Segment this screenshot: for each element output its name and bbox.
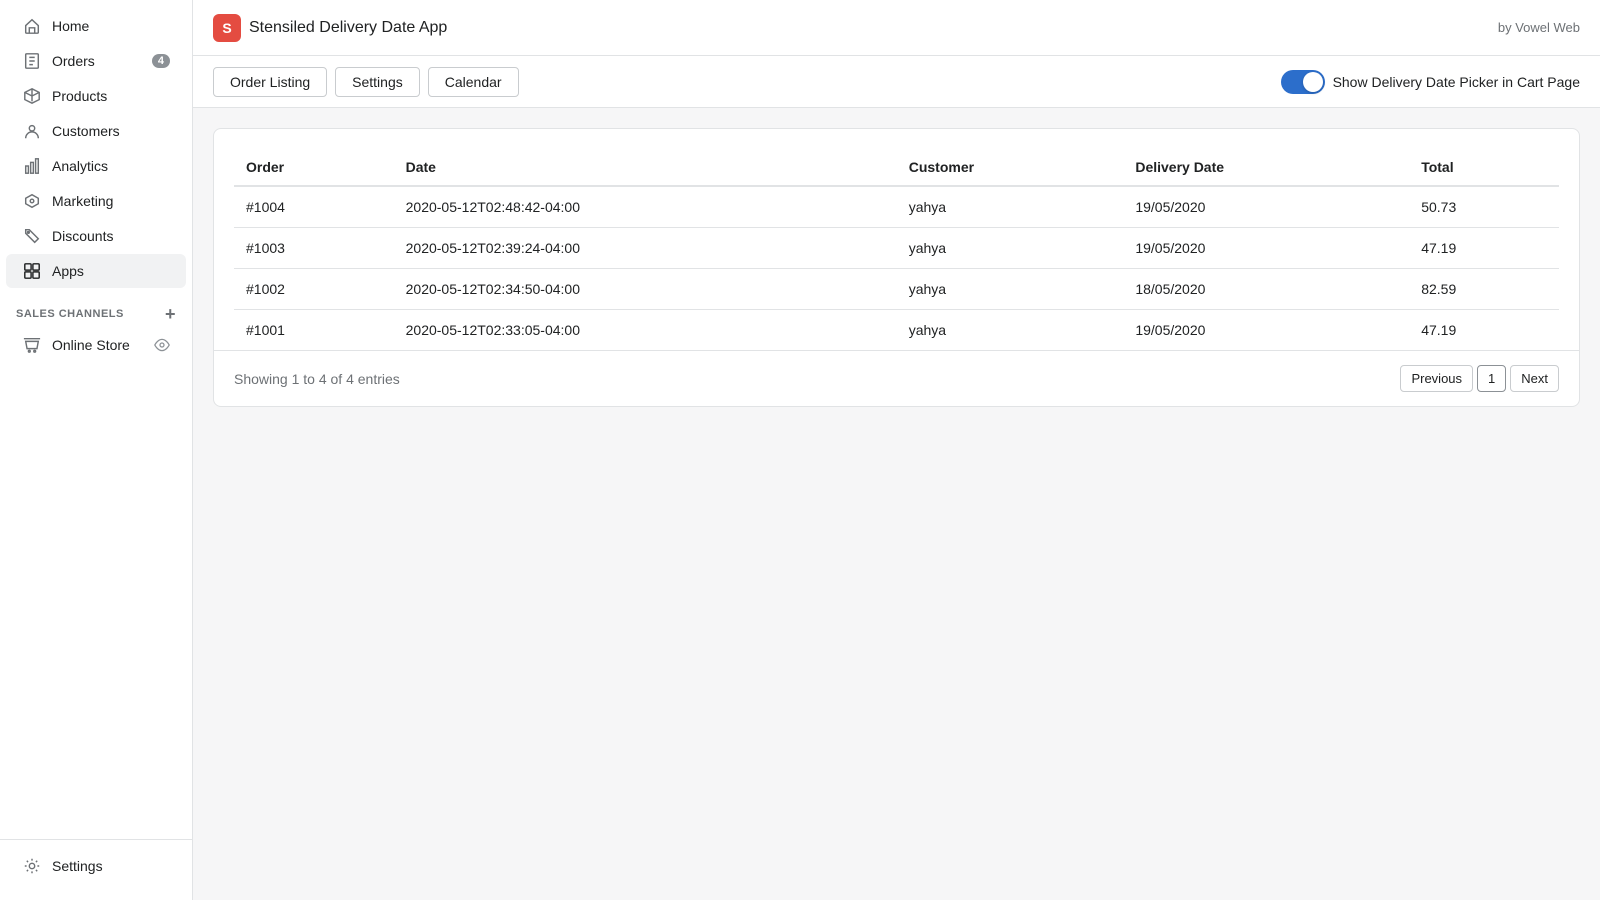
sidebar-item-home[interactable]: Home: [6, 9, 186, 43]
analytics-icon: [22, 156, 42, 176]
table-cell: 2020-05-12T02:39:24-04:00: [394, 228, 897, 269]
table-cell: 47.19: [1409, 310, 1559, 351]
col-customer: Customer: [897, 149, 1124, 186]
sidebar-item-analytics-label: Analytics: [52, 158, 108, 174]
sidebar-item-products[interactable]: Products: [6, 79, 186, 113]
sidebar-item-customers-label: Customers: [52, 123, 120, 139]
home-icon: [22, 16, 42, 36]
page-controls: Previous 1 Next: [1400, 365, 1559, 392]
table-body: #10042020-05-12T02:48:42-04:00yahya19/05…: [234, 186, 1559, 350]
calendar-button[interactable]: Calendar: [428, 67, 519, 97]
orders-card: Order Date Customer Delivery Date Total …: [213, 128, 1580, 407]
sidebar-item-settings-label: Settings: [52, 858, 103, 874]
orders-table: Order Date Customer Delivery Date Total …: [234, 149, 1559, 350]
table-cell: 50.73: [1409, 186, 1559, 228]
table-row[interactable]: #10022020-05-12T02:34:50-04:00yahya18/05…: [234, 269, 1559, 310]
table-cell: #1004: [234, 186, 394, 228]
pagination: Showing 1 to 4 of 4 entries Previous 1 N…: [214, 350, 1579, 406]
sidebar-item-discounts[interactable]: Discounts: [6, 219, 186, 253]
table-cell: yahya: [897, 269, 1124, 310]
table-row[interactable]: #10042020-05-12T02:48:42-04:00yahya19/05…: [234, 186, 1559, 228]
apps-icon: [22, 261, 42, 281]
table-cell: 2020-05-12T02:48:42-04:00: [394, 186, 897, 228]
marketing-icon: [22, 191, 42, 211]
table-cell: yahya: [897, 186, 1124, 228]
sidebar-item-marketing[interactable]: Marketing: [6, 184, 186, 218]
discounts-icon: [22, 226, 42, 246]
sidebar-item-online-store[interactable]: Online Store: [6, 328, 186, 362]
table-cell: #1001: [234, 310, 394, 351]
sales-channels-header: SALES CHANNELS +: [0, 289, 192, 327]
online-store-icon: [22, 335, 42, 355]
table-cell: 2020-05-12T02:34:50-04:00: [394, 269, 897, 310]
table-header-row: Order Date Customer Delivery Date Total: [234, 149, 1559, 186]
settings-icon: [22, 856, 42, 876]
table-cell: 47.19: [1409, 228, 1559, 269]
app-logo: S: [213, 14, 241, 42]
col-delivery-date: Delivery Date: [1123, 149, 1409, 186]
content-area: Order Date Customer Delivery Date Total …: [193, 108, 1600, 900]
table-cell: yahya: [897, 310, 1124, 351]
table-cell: 19/05/2020: [1123, 310, 1409, 351]
sidebar-bottom: Settings: [0, 839, 192, 900]
actionbar-buttons: Order Listing Settings Calendar: [213, 67, 519, 97]
table-row[interactable]: #10012020-05-12T02:33:05-04:00yahya19/05…: [234, 310, 1559, 351]
add-sales-channel-icon[interactable]: +: [165, 305, 176, 323]
topbar: S Stensiled Delivery Date App by Vowel W…: [193, 0, 1600, 56]
customers-icon: [22, 121, 42, 141]
table-cell: 19/05/2020: [1123, 228, 1409, 269]
col-total: Total: [1409, 149, 1559, 186]
sales-channels-label: SALES CHANNELS: [16, 308, 124, 320]
table-cell: #1003: [234, 228, 394, 269]
delivery-date-picker-toggle[interactable]: [1281, 70, 1325, 94]
sidebar-item-home-label: Home: [52, 18, 89, 34]
col-date: Date: [394, 149, 897, 186]
page-1-button[interactable]: 1: [1477, 365, 1506, 392]
products-icon: [22, 86, 42, 106]
table-cell: yahya: [897, 228, 1124, 269]
table-cell: 18/05/2020: [1123, 269, 1409, 310]
sidebar-item-apps-label: Apps: [52, 263, 84, 279]
orders-badge: 4: [152, 54, 170, 68]
sidebar-item-apps[interactable]: Apps: [6, 254, 186, 288]
sidebar-item-products-label: Products: [52, 88, 107, 104]
table-head: Order Date Customer Delivery Date Total: [234, 149, 1559, 186]
previous-button[interactable]: Previous: [1400, 365, 1473, 392]
settings-button[interactable]: Settings: [335, 67, 420, 97]
sidebar-item-customers[interactable]: Customers: [6, 114, 186, 148]
orders-icon: [22, 51, 42, 71]
app-title-text: Stensiled Delivery Date App: [249, 19, 447, 37]
col-order: Order: [234, 149, 394, 186]
table-wrapper: Order Date Customer Delivery Date Total …: [214, 129, 1579, 350]
by-vowel-web-label: by Vowel Web: [1498, 20, 1580, 35]
app-title-container: S Stensiled Delivery Date App: [213, 14, 447, 42]
showing-text: Showing 1 to 4 of 4 entries: [234, 371, 400, 387]
main-area: S Stensiled Delivery Date App by Vowel W…: [193, 0, 1600, 900]
sidebar-item-marketing-label: Marketing: [52, 193, 113, 209]
table-row[interactable]: #10032020-05-12T02:39:24-04:00yahya19/05…: [234, 228, 1559, 269]
sidebar-item-analytics[interactable]: Analytics: [6, 149, 186, 183]
sidebar-item-discounts-label: Discounts: [52, 228, 113, 244]
toggle-label: Show Delivery Date Picker in Cart Page: [1333, 74, 1580, 90]
table-cell: #1002: [234, 269, 394, 310]
table-cell: 2020-05-12T02:33:05-04:00: [394, 310, 897, 351]
order-listing-button[interactable]: Order Listing: [213, 67, 327, 97]
table-cell: 82.59: [1409, 269, 1559, 310]
toggle-container: Show Delivery Date Picker in Cart Page: [1281, 70, 1580, 94]
sidebar-item-settings[interactable]: Settings: [6, 849, 186, 883]
sidebar-item-orders[interactable]: Orders 4: [6, 44, 186, 78]
actionbar: Order Listing Settings Calendar Show Del…: [193, 56, 1600, 108]
sidebar-item-orders-label: Orders: [52, 53, 95, 69]
app-logo-letter: S: [222, 20, 231, 36]
table-cell: 19/05/2020: [1123, 186, 1409, 228]
sidebar-item-online-store-label: Online Store: [52, 337, 130, 353]
online-store-eye-icon[interactable]: [154, 337, 170, 353]
sidebar: Home Orders 4 Products: [0, 0, 193, 900]
sidebar-nav: Home Orders 4 Products: [0, 0, 192, 839]
next-button[interactable]: Next: [1510, 365, 1559, 392]
